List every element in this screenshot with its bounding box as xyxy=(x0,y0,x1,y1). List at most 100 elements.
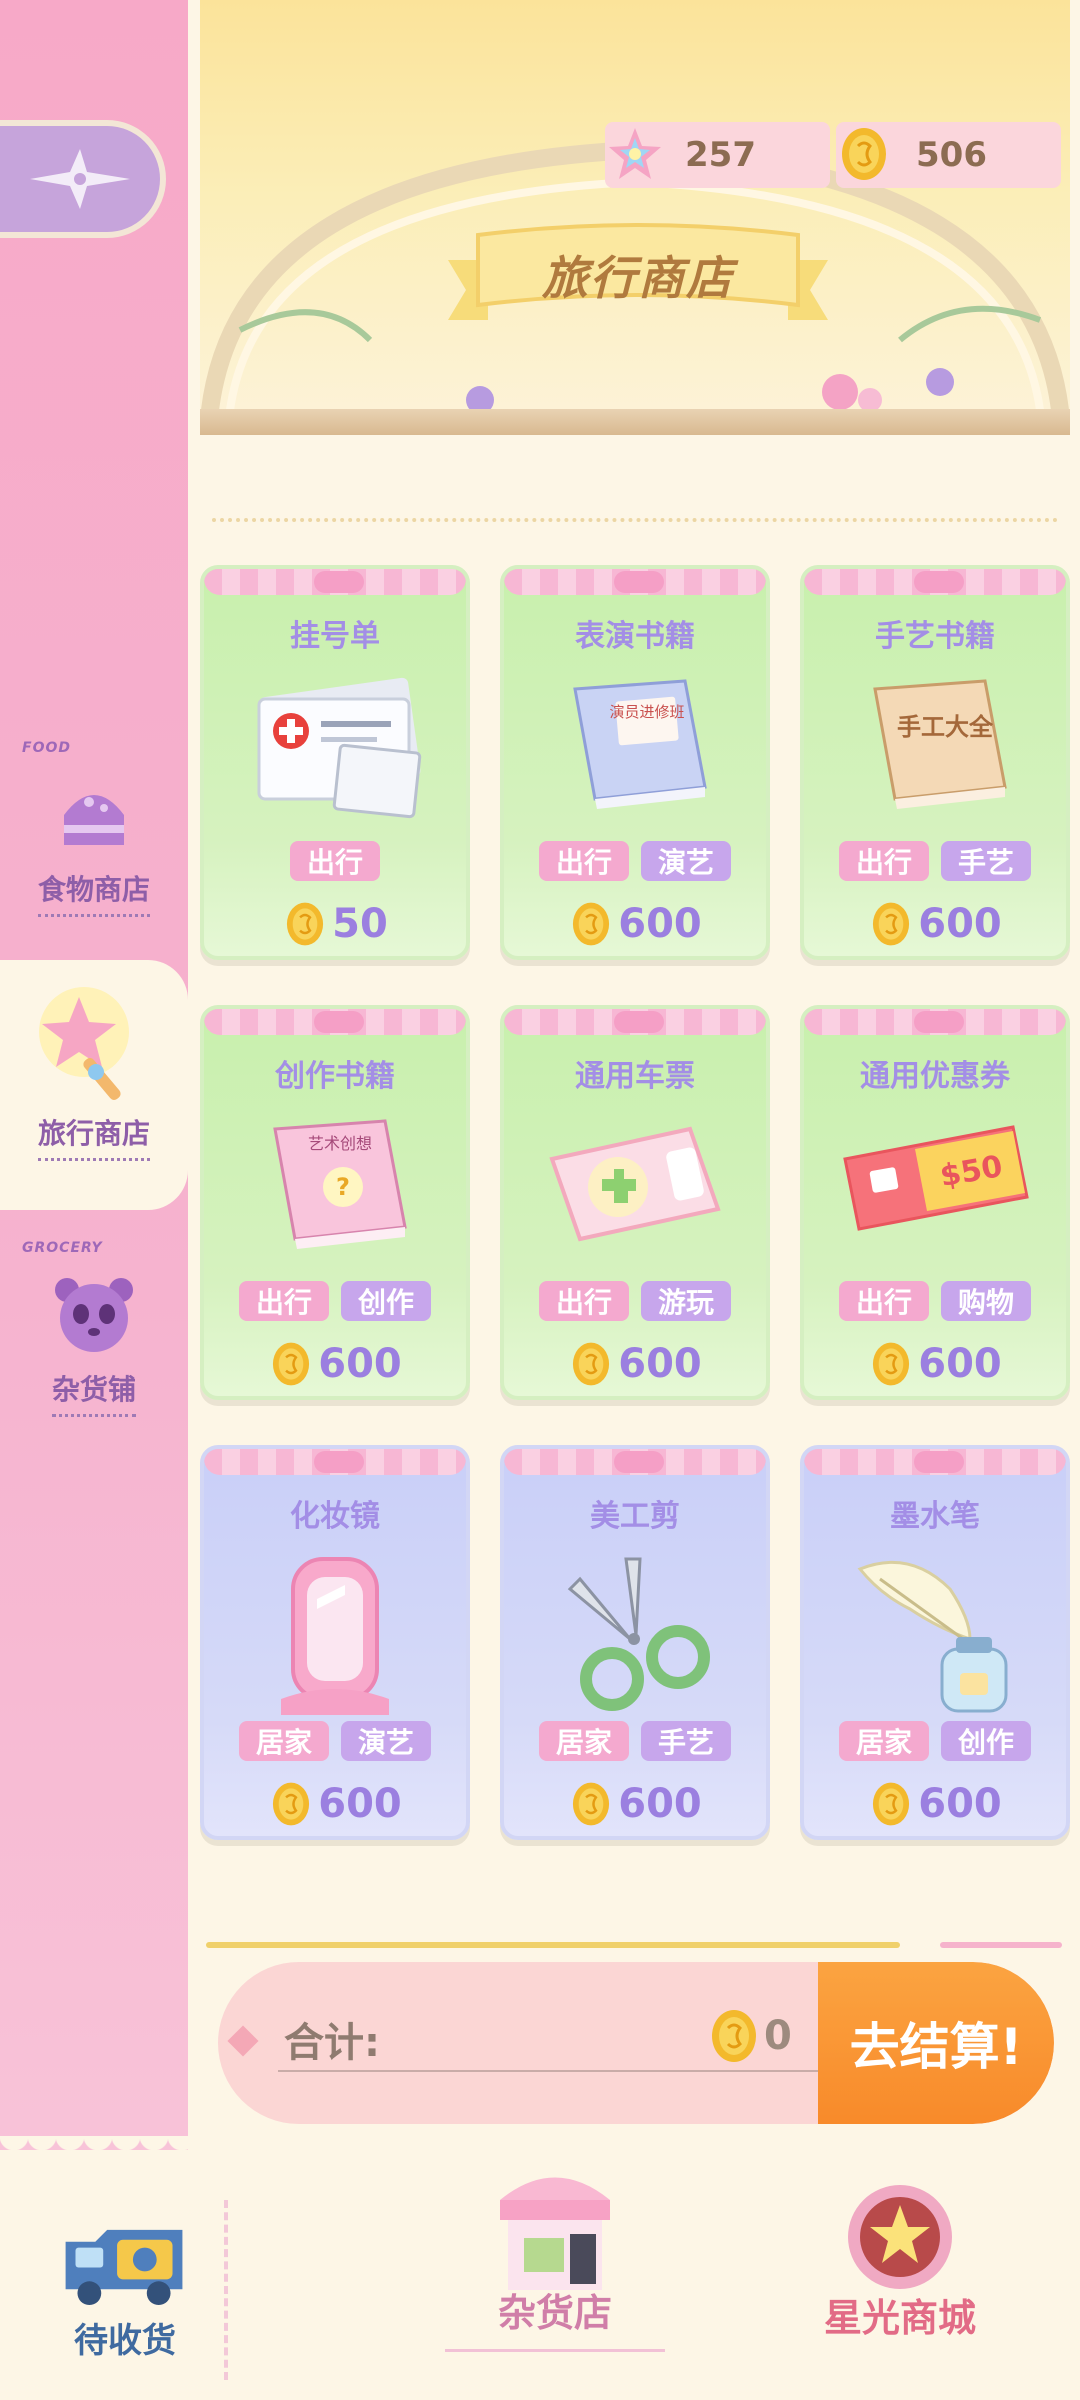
item-name: 通用车票 xyxy=(575,1059,695,1094)
item-price-value: 600 xyxy=(618,901,702,947)
star-wand-icon xyxy=(39,987,129,1100)
sidebar-tab-travel[interactable]: 旅行商店 xyxy=(0,960,188,1210)
diamond-decoration xyxy=(227,2025,259,2057)
sidebar-tab-label: 杂货铺 xyxy=(51,1368,136,1417)
book-cover-text: 艺术创想 xyxy=(308,1134,372,1153)
coin-icon xyxy=(273,1782,310,1826)
item-name: 手艺书籍 xyxy=(875,619,995,654)
nav-grocery-store[interactable]: 杂货店 xyxy=(445,2160,665,2352)
pending-delivery-button[interactable]: 待收货 xyxy=(40,2212,210,2362)
item-price: 600 xyxy=(804,899,1066,949)
item-tag: 居家 xyxy=(839,1721,929,1761)
item-price-value: 600 xyxy=(618,1781,702,1827)
item-tag: 出行 xyxy=(839,1281,929,1321)
shop-item-card[interactable]: 通用车票 出行 游玩 600 xyxy=(500,1005,770,1400)
total-value: 0 xyxy=(764,2013,792,2059)
item-name: 化妆镜 xyxy=(290,1499,380,1534)
item-tag: 手艺 xyxy=(641,1721,731,1761)
coin-icon xyxy=(842,128,886,180)
divider xyxy=(224,2200,228,2380)
creation-book-icon: 艺术创想 ? xyxy=(273,1119,407,1249)
item-tag: 游玩 xyxy=(641,1281,731,1321)
item-price: 600 xyxy=(204,1779,466,1829)
coin-icon xyxy=(287,902,324,946)
svg-text:?: ? xyxy=(336,1173,350,1201)
nav-star-mall-label: 星光商城 xyxy=(823,2296,976,2340)
nav-active-underline xyxy=(445,2349,665,2352)
shop-item-card[interactable]: 手艺书籍 手工大全 出行 手艺 600 xyxy=(800,565,1070,960)
item-name: 美工剪 xyxy=(590,1499,680,1534)
sidebar-tab-tag: FOOD xyxy=(22,740,71,756)
shop-item-card[interactable]: 创作书籍 艺术创想 ? 出行 创作 600 xyxy=(200,1005,470,1400)
item-tags: 出行 xyxy=(204,841,466,881)
nav-star-mall[interactable]: 星光商城 xyxy=(800,2165,1000,2342)
item-price-value: 600 xyxy=(918,901,1002,947)
rainbow-star-icon xyxy=(609,128,661,179)
book-cover-text: 手工大全 xyxy=(897,713,994,741)
card-bow xyxy=(614,1451,664,1473)
card-bow xyxy=(614,571,664,593)
item-tag: 演艺 xyxy=(641,841,731,881)
cart-total-bar: 合计: 0 去结算! xyxy=(218,1962,1054,2124)
shop-item-card[interactable]: 通用优惠券 $50 出行 购物 600 xyxy=(800,1005,1070,1400)
item-price-value: 50 xyxy=(332,901,388,947)
item-name: 通用优惠券 xyxy=(860,1059,1010,1094)
coin-icon xyxy=(273,1342,310,1386)
page-title: 旅行商店 xyxy=(542,251,734,305)
item-tags: 出行 演艺 xyxy=(504,841,766,881)
pending-delivery-label: 待收货 xyxy=(74,2321,176,2361)
item-tags: 居家 手艺 xyxy=(504,1721,766,1761)
item-price: 600 xyxy=(204,1339,466,1389)
item-price-value: 600 xyxy=(918,1341,1002,1387)
coin-icon xyxy=(573,1342,610,1386)
shop-item-card[interactable]: 墨水笔 居家 创作 600 xyxy=(800,1445,1070,1840)
item-tag: 创作 xyxy=(941,1721,1031,1761)
item-tag: 创作 xyxy=(341,1281,431,1321)
item-price-value: 600 xyxy=(918,1781,1002,1827)
item-tag: 购物 xyxy=(941,1281,1031,1321)
shop-item-card[interactable]: 挂号单 出行 50 xyxy=(200,565,470,960)
shop-item-card[interactable]: 表演书籍 演员进修班 出行 演艺 600 xyxy=(500,565,770,960)
sidebar-tab-tag: GROCERY xyxy=(22,1240,103,1256)
item-tag: 出行 xyxy=(290,841,380,881)
cake-icon xyxy=(64,795,124,845)
checkout-button[interactable]: 去结算! xyxy=(818,1962,1054,2124)
coupon-icon: $50 xyxy=(843,1125,1029,1231)
sidebar-tab-grocery[interactable]: GROCERY 杂货铺 xyxy=(0,1240,188,1440)
coin-icon xyxy=(873,902,910,946)
total-underline xyxy=(278,2070,838,2072)
item-tag: 演艺 xyxy=(341,1721,431,1761)
card-bow xyxy=(914,1011,964,1033)
shop-item-card[interactable]: 化妆镜 居家 演艺 600 xyxy=(200,1445,470,1840)
coin-count: 506 xyxy=(916,135,987,175)
item-tag: 居家 xyxy=(539,1721,629,1761)
book-cover-text: 演员进修班 xyxy=(609,703,684,721)
card-bow xyxy=(914,571,964,593)
star-currency: 257 xyxy=(605,122,830,188)
registration-form-icon xyxy=(257,677,422,819)
item-price: 600 xyxy=(504,1779,766,1829)
item-tags: 出行 创作 xyxy=(204,1281,466,1321)
divider xyxy=(940,1942,1062,1948)
sidebar-tab-food[interactable]: FOOD 食物商店 xyxy=(0,740,188,960)
back-button[interactable] xyxy=(0,120,166,238)
item-price-value: 600 xyxy=(618,1341,702,1387)
coin-icon xyxy=(712,2010,756,2062)
item-tags: 居家 创作 xyxy=(804,1721,1066,1761)
coin-currency: 506 xyxy=(836,122,1061,188)
shop-item-card[interactable]: 美工剪 居家 手艺 600 xyxy=(500,1445,770,1840)
star-orb-icon xyxy=(848,2185,952,2289)
item-name: 墨水笔 xyxy=(890,1499,980,1534)
item-price: 600 xyxy=(504,1339,766,1389)
item-price: 600 xyxy=(504,899,766,949)
item-tag: 出行 xyxy=(539,1281,629,1321)
item-tags: 出行 手艺 xyxy=(804,841,1066,881)
item-tag: 出行 xyxy=(239,1281,329,1321)
nav-grocery-label: 杂货店 xyxy=(497,2291,612,2335)
card-bow xyxy=(614,1011,664,1033)
card-bow xyxy=(914,1451,964,1473)
delivery-truck-icon xyxy=(65,2229,183,2306)
item-tag: 出行 xyxy=(539,841,629,881)
item-price: 600 xyxy=(804,1339,1066,1389)
item-tags: 出行 购物 xyxy=(804,1281,1066,1321)
